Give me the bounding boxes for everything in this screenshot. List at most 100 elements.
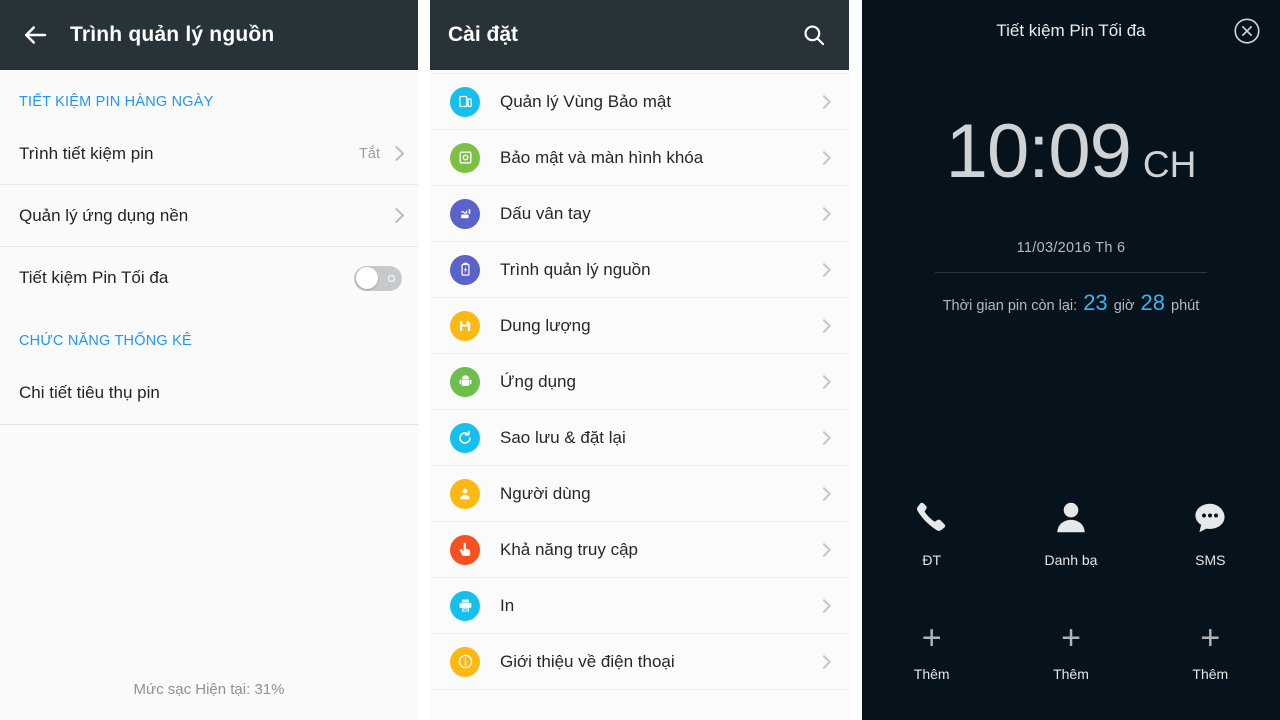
chevron-right-icon	[388, 145, 405, 162]
settings-item-label: Giới thiệu về điện thoại	[500, 651, 675, 671]
chevron-right-icon	[816, 374, 832, 389]
ultra-power-saving-panel: Tiết kiệm Pin Tối đa 10:09 CH 11/03/2016…	[862, 0, 1280, 720]
chevron-right-icon	[816, 542, 832, 557]
battery-minutes-value: 28	[1140, 290, 1166, 315]
chevron-right-icon	[816, 598, 832, 613]
clock-display: 10:09 CH	[862, 114, 1280, 190]
section-header-statistics: CHỨC NĂNG THỐNG KÊ	[19, 333, 192, 349]
row-background-app-manager[interactable]: Quản lý ứng dụng nền	[0, 185, 418, 247]
app-shortcut-sms[interactable]: SMS	[1141, 496, 1280, 568]
chevron-right-icon	[816, 654, 832, 669]
chevron-right-icon	[816, 430, 832, 445]
settings-item-label: Trình quản lý nguồn	[500, 259, 651, 279]
arrow-left-icon[interactable]	[18, 18, 52, 52]
fingerprint-icon	[450, 198, 480, 229]
horizontal-divider	[935, 272, 1207, 273]
printer-icon	[450, 590, 480, 621]
clock-ampm: CH	[1142, 144, 1197, 185]
app-label: ĐT	[922, 552, 941, 568]
row-label: Quản lý ứng dụng nền	[19, 205, 189, 225]
power-manager-panel: Trình quản lý nguồn TIẾT KIỆM PIN HÀNG N…	[0, 0, 418, 720]
app-label: Thêm	[913, 666, 950, 682]
close-circle-icon[interactable]	[1232, 16, 1262, 46]
toggle-off-dot	[388, 274, 395, 282]
row-value: Tắt	[359, 145, 380, 162]
settings-item-accessibility[interactable]: Khả năng truy cập	[430, 522, 849, 578]
chevron-right-icon	[816, 150, 832, 165]
plus-icon: +	[1001, 616, 1140, 660]
settings-item-backup-reset[interactable]: Sao lưu & đặt lại	[430, 410, 849, 466]
row-battery-saver[interactable]: Trình tiết kiệm pin Tắt	[0, 123, 418, 185]
row-label: Trình tiết kiệm pin	[19, 143, 154, 163]
app-label: Danh bạ	[1044, 552, 1098, 568]
plus-glyph: +	[921, 619, 942, 657]
settings-item-label: Quản lý Vùng Bảo mật	[500, 91, 672, 111]
power-manager-body: TIẾT KIỆM PIN HÀNG NGÀY Trình tiết kiệm …	[0, 70, 418, 720]
app-shortcuts-row-1: ĐT Danh bạ SMS	[862, 496, 1280, 568]
settings-item-storage[interactable]: Dung lượng	[430, 298, 849, 354]
ultra-power-saving-toggle[interactable]	[354, 265, 402, 291]
battery-hours-value: 23	[1083, 290, 1108, 315]
plus-glyph: +	[1200, 619, 1221, 657]
user-icon	[450, 478, 480, 509]
android-apps-icon	[450, 366, 480, 397]
accessibility-icon	[450, 534, 480, 565]
battery-minutes-unit: phút	[1171, 298, 1200, 314]
settings-item-about-phone[interactable]: Giới thiệu về điện thoại	[430, 634, 849, 690]
phone-icon	[862, 496, 1001, 540]
settings-item-label: Dấu vân tay	[500, 203, 591, 223]
page-title: Trình quản lý nguồn	[70, 23, 275, 46]
chevron-right-icon	[816, 318, 832, 333]
settings-item-label: Ứng dụng	[500, 371, 576, 391]
app-shortcut-contacts[interactable]: Danh bạ	[1001, 496, 1140, 568]
settings-item-security-lockscreen[interactable]: Bảo mật và màn hình khóa	[430, 130, 849, 186]
settings-item-fingerprint[interactable]: Dấu vân tay	[430, 186, 849, 242]
row-battery-usage-details[interactable]: Chi tiết tiêu thụ pin	[0, 362, 418, 424]
settings-item-label: Người dùng	[500, 483, 591, 503]
power-manager-header: Trình quản lý nguồn	[0, 0, 418, 70]
lock-screen-icon	[450, 142, 480, 173]
settings-list: Kiểm soát quyền Quản lý Vùng Bảo mật	[430, 0, 849, 690]
triple-panel-screenshot: Trình quản lý nguồn TIẾT KIỆM PIN HÀNG N…	[0, 0, 1280, 720]
settings-item-label: In	[500, 595, 515, 615]
settings-item-print[interactable]: In	[430, 578, 849, 634]
toggle-knob	[355, 267, 378, 289]
info-icon	[450, 646, 480, 677]
settings-item-label: Bảo mật và màn hình khóa	[500, 147, 704, 167]
settings-item-users[interactable]: Người dùng	[430, 466, 849, 522]
settings-item-secure-zone[interactable]: Quản lý Vùng Bảo mật	[430, 74, 849, 130]
page-title: Cài đặt	[448, 23, 519, 46]
plus-glyph: +	[1061, 619, 1081, 657]
page-title: Tiết kiệm Pin Tối đa	[996, 21, 1146, 40]
chevron-right-icon	[816, 94, 832, 109]
battery-prefix-label: Thời gian pin còn lại:	[942, 298, 1078, 314]
secure-zone-icon	[450, 86, 480, 117]
battery-hours-unit: giờ	[1113, 298, 1135, 314]
plus-icon: +	[1141, 616, 1280, 660]
date-display: 11/03/2016 Th 6	[1016, 240, 1126, 256]
ultra-saver-header: Tiết kiệm Pin Tối đa	[862, 0, 1280, 62]
settings-header: Cài đặt	[430, 0, 849, 70]
add-shortcut-3[interactable]: + Thêm	[1141, 616, 1280, 682]
chevron-right-icon	[816, 262, 832, 277]
message-icon	[1141, 496, 1280, 540]
add-shortcut-1[interactable]: + Thêm	[862, 616, 1001, 682]
clock-time: 10:09	[945, 109, 1132, 194]
chevron-right-icon	[816, 206, 832, 221]
storage-icon	[450, 310, 480, 341]
chevron-right-icon	[388, 207, 405, 224]
settings-item-power-manager[interactable]: Trình quản lý nguồn	[430, 242, 849, 298]
section-divider	[0, 424, 418, 425]
row-ultra-power-saving[interactable]: Tiết kiệm Pin Tối đa	[0, 247, 418, 309]
battery-remaining-info: Thời gian pin còn lại: 23 giờ 28 phút	[862, 290, 1280, 316]
search-icon[interactable]	[801, 22, 827, 48]
app-label: Thêm	[1192, 666, 1229, 682]
settings-item-label: Sao lưu & đặt lại	[500, 427, 626, 447]
app-shortcut-phone[interactable]: ĐT	[862, 496, 1001, 568]
section-header-daily-saving: TIẾT KIỆM PIN HÀNG NGÀY	[19, 94, 214, 110]
add-shortcut-2[interactable]: + Thêm	[1001, 616, 1140, 682]
backup-reset-icon	[450, 422, 480, 453]
settings-item-apps[interactable]: Ứng dụng	[430, 354, 849, 410]
settings-item-label: Khả năng truy cập	[500, 539, 638, 559]
app-label: SMS	[1195, 552, 1226, 568]
